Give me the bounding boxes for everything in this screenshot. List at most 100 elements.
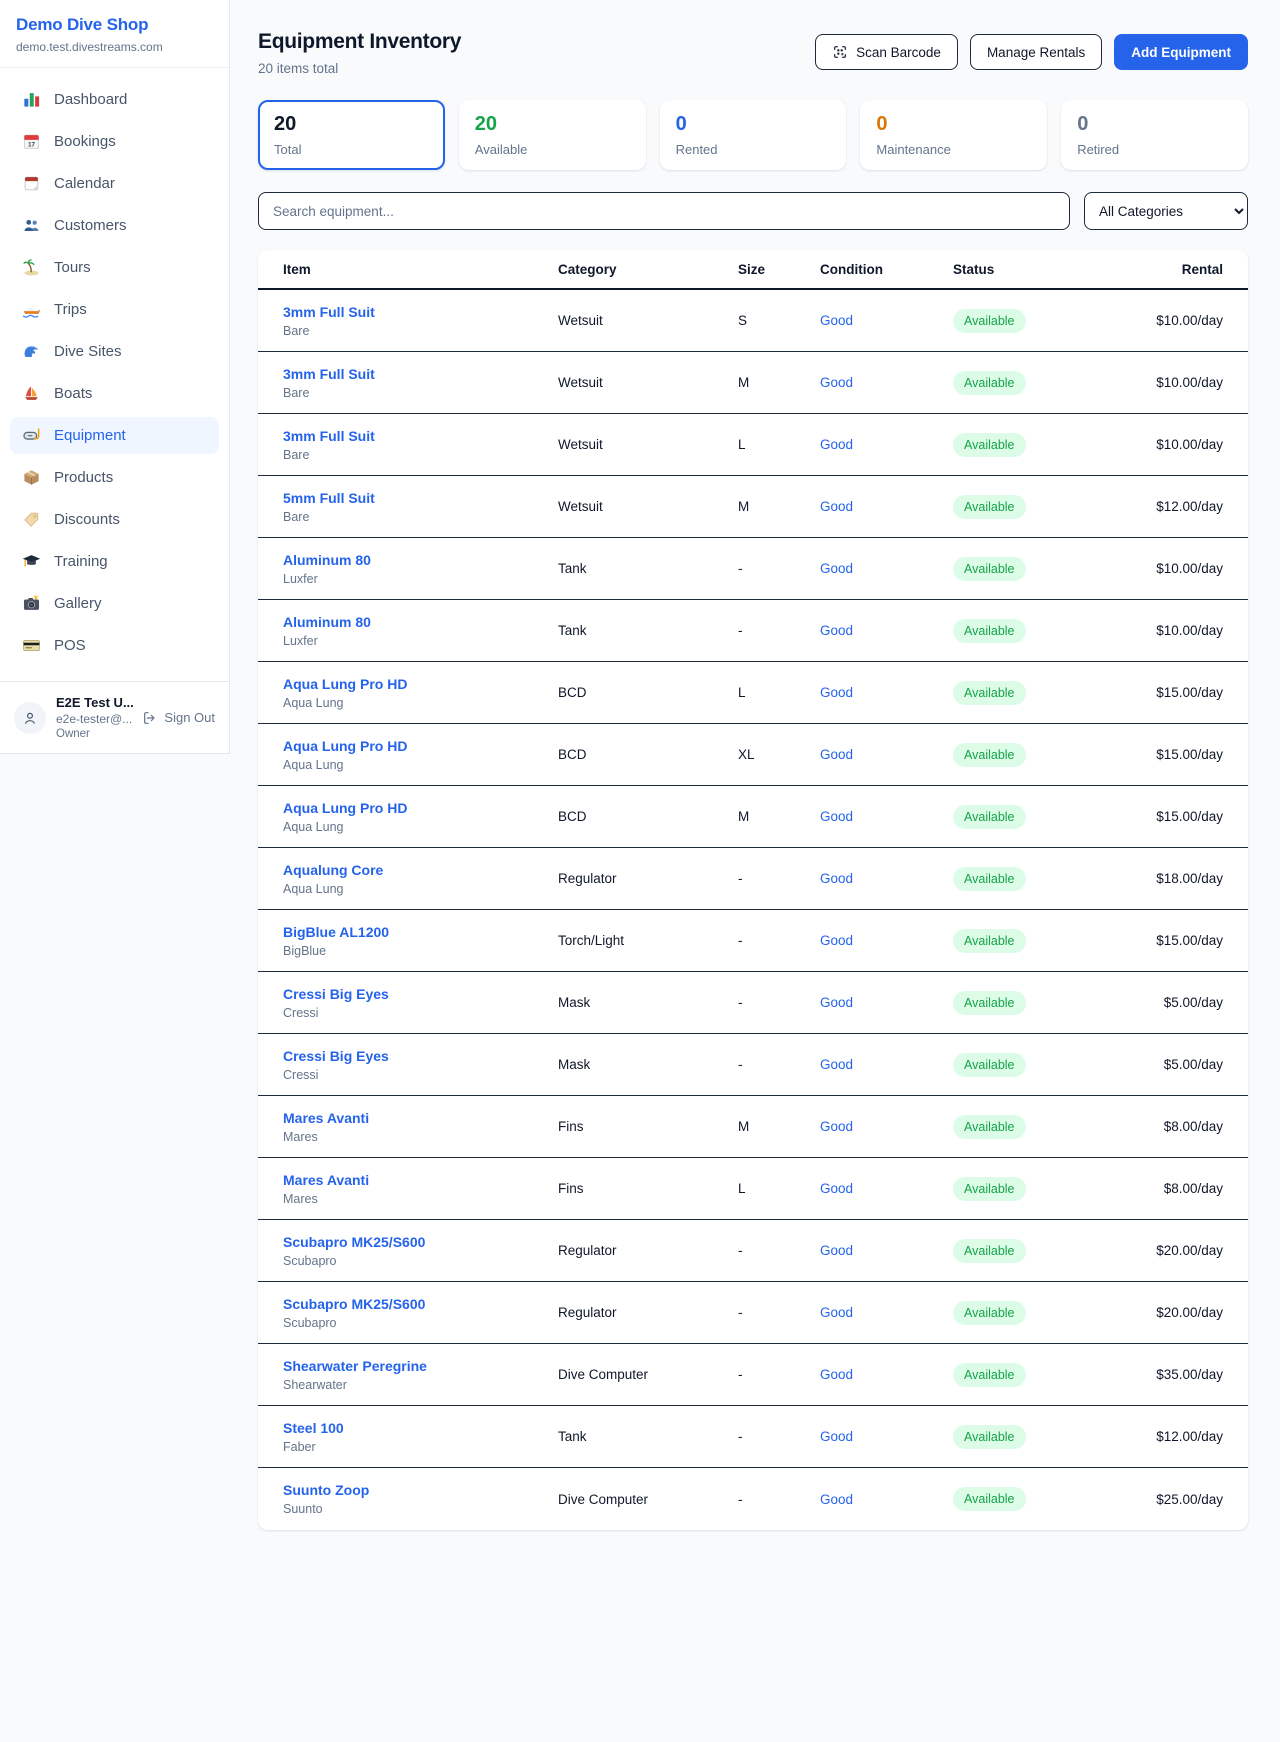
item-link[interactable]: Aqua Lung Pro HD bbox=[283, 738, 558, 754]
item-link[interactable]: Aluminum 80 bbox=[283, 614, 558, 630]
rental-price: $15.00/day bbox=[1103, 685, 1223, 700]
item-link[interactable]: Scubapro MK25/S600 bbox=[283, 1234, 558, 1250]
item-link[interactable]: 3mm Full Suit bbox=[283, 304, 558, 320]
condition-link[interactable]: Good bbox=[820, 871, 953, 886]
item-size: - bbox=[738, 1429, 820, 1444]
credit-card-icon bbox=[22, 636, 41, 655]
sidebar-item-dashboard[interactable]: Dashboard bbox=[10, 81, 219, 118]
condition-link[interactable]: Good bbox=[820, 1429, 953, 1444]
table-row: BigBlue AL1200 BigBlue Torch/Light - Goo… bbox=[258, 910, 1248, 972]
item-size: - bbox=[738, 1492, 820, 1507]
item-link[interactable]: Cressi Big Eyes bbox=[283, 986, 558, 1002]
item-size: - bbox=[738, 1367, 820, 1382]
sidebar-item-calendar[interactable]: Calendar bbox=[10, 165, 219, 202]
status-badge: Available bbox=[953, 1115, 1026, 1139]
sign-out-button[interactable]: Sign Out bbox=[142, 710, 215, 726]
scan-barcode-button[interactable]: Scan Barcode bbox=[815, 34, 958, 70]
header-actions: Scan Barcode Manage Rentals Add Equipmen… bbox=[815, 34, 1248, 70]
condition-link[interactable]: Good bbox=[820, 1181, 953, 1196]
condition-link[interactable]: Good bbox=[820, 809, 953, 824]
condition-link[interactable]: Good bbox=[820, 1057, 953, 1072]
condition-link[interactable]: Good bbox=[820, 1492, 953, 1507]
sidebar-item-tours[interactable]: Tours bbox=[10, 249, 219, 286]
item-category: BCD bbox=[558, 747, 738, 762]
stat-card-total[interactable]: 20 Total bbox=[258, 100, 445, 170]
item-link[interactable]: Suunto Zoop bbox=[283, 1482, 558, 1498]
condition-link[interactable]: Good bbox=[820, 747, 953, 762]
sidebar-item-discounts[interactable]: Discounts bbox=[10, 501, 219, 538]
condition-link[interactable]: Good bbox=[820, 1119, 953, 1134]
sidebar-nav: Dashboard 17 Bookings Calendar Customers… bbox=[0, 68, 229, 681]
item-link[interactable]: Steel 100 bbox=[283, 1420, 558, 1436]
item-brand: Bare bbox=[283, 386, 558, 400]
sidebar-item-bookings[interactable]: 17 Bookings bbox=[10, 123, 219, 160]
condition-link[interactable]: Good bbox=[820, 1243, 953, 1258]
category-select[interactable]: All Categories bbox=[1084, 192, 1248, 230]
condition-link[interactable]: Good bbox=[820, 561, 953, 576]
condition-link[interactable]: Good bbox=[820, 685, 953, 700]
item-category: Tank bbox=[558, 561, 738, 576]
sidebar-item-equipment[interactable]: Equipment bbox=[10, 417, 219, 454]
add-equipment-button[interactable]: Add Equipment bbox=[1114, 34, 1248, 70]
brand-title[interactable]: Demo Dive Shop bbox=[16, 15, 213, 35]
user-role: Owner bbox=[56, 728, 132, 740]
status-badge: Available bbox=[953, 1425, 1026, 1449]
stat-card-available[interactable]: 20 Available bbox=[459, 100, 646, 170]
item-link[interactable]: Aqualung Core bbox=[283, 862, 558, 878]
sidebar-item-label: Gallery bbox=[54, 595, 102, 612]
rental-price: $12.00/day bbox=[1103, 499, 1223, 514]
search-input[interactable] bbox=[258, 192, 1070, 230]
item-category: Dive Computer bbox=[558, 1492, 738, 1507]
condition-link[interactable]: Good bbox=[820, 1367, 953, 1382]
condition-link[interactable]: Good bbox=[820, 623, 953, 638]
manage-rentals-button[interactable]: Manage Rentals bbox=[970, 34, 1102, 70]
add-equipment-label: Add Equipment bbox=[1131, 45, 1231, 60]
scan-barcode-label: Scan Barcode bbox=[856, 45, 941, 60]
user-meta: E2E Test U... e2e-tester@... Owner bbox=[56, 695, 132, 740]
sidebar-item-products[interactable]: Products bbox=[10, 459, 219, 496]
table-row: 3mm Full Suit Bare Wetsuit S Good Availa… bbox=[258, 290, 1248, 352]
table-row: 3mm Full Suit Bare Wetsuit L Good Availa… bbox=[258, 414, 1248, 476]
stat-value: 0 bbox=[1077, 113, 1232, 136]
stat-cards: 20 Total 20 Available 0 Rented 0 Mainten… bbox=[258, 100, 1248, 170]
sidebar-item-training[interactable]: Training bbox=[10, 543, 219, 580]
item-size: - bbox=[738, 1243, 820, 1258]
condition-link[interactable]: Good bbox=[820, 1305, 953, 1320]
condition-link[interactable]: Good bbox=[820, 995, 953, 1010]
item-brand: Shearwater bbox=[283, 1378, 558, 1392]
condition-link[interactable]: Good bbox=[820, 499, 953, 514]
item-link[interactable]: Shearwater Peregrine bbox=[283, 1358, 558, 1374]
table-row: Aqualung Core Aqua Lung Regulator - Good… bbox=[258, 848, 1248, 910]
item-link[interactable]: Aqua Lung Pro HD bbox=[283, 800, 558, 816]
item-link[interactable]: 3mm Full Suit bbox=[283, 366, 558, 382]
condition-link[interactable]: Good bbox=[820, 437, 953, 452]
condition-link[interactable]: Good bbox=[820, 313, 953, 328]
item-link[interactable]: Cressi Big Eyes bbox=[283, 1048, 558, 1064]
condition-link[interactable]: Good bbox=[820, 933, 953, 948]
sidebar-item-customers[interactable]: Customers bbox=[10, 207, 219, 244]
stat-card-retired[interactable]: 0 Retired bbox=[1061, 100, 1248, 170]
item-link[interactable]: 3mm Full Suit bbox=[283, 428, 558, 444]
condition-link[interactable]: Good bbox=[820, 375, 953, 390]
sidebar-item-boats[interactable]: Boats bbox=[10, 375, 219, 412]
rental-price: $15.00/day bbox=[1103, 933, 1223, 948]
item-size: - bbox=[738, 871, 820, 886]
sidebar-item-pos[interactable]: POS bbox=[10, 627, 219, 664]
stat-card-rented[interactable]: 0 Rented bbox=[660, 100, 847, 170]
user-name: E2E Test U... bbox=[56, 695, 132, 710]
item-link[interactable]: Aqua Lung Pro HD bbox=[283, 676, 558, 692]
item-link[interactable]: BigBlue AL1200 bbox=[283, 924, 558, 940]
item-brand: Aqua Lung bbox=[283, 696, 558, 710]
rental-price: $10.00/day bbox=[1103, 375, 1223, 390]
item-link[interactable]: Scubapro MK25/S600 bbox=[283, 1296, 558, 1312]
sidebar-item-dive-sites[interactable]: Dive Sites bbox=[10, 333, 219, 370]
sidebar-item-trips[interactable]: Trips bbox=[10, 291, 219, 328]
item-link[interactable]: Mares Avanti bbox=[283, 1172, 558, 1188]
item-link[interactable]: Aluminum 80 bbox=[283, 552, 558, 568]
item-brand: Bare bbox=[283, 324, 558, 338]
item-link[interactable]: Mares Avanti bbox=[283, 1110, 558, 1126]
item-link[interactable]: 5mm Full Suit bbox=[283, 490, 558, 506]
stat-card-maintenance[interactable]: 0 Maintenance bbox=[860, 100, 1047, 170]
sidebar-item-gallery[interactable]: Gallery bbox=[10, 585, 219, 622]
table-column-header: Status bbox=[953, 262, 1103, 277]
